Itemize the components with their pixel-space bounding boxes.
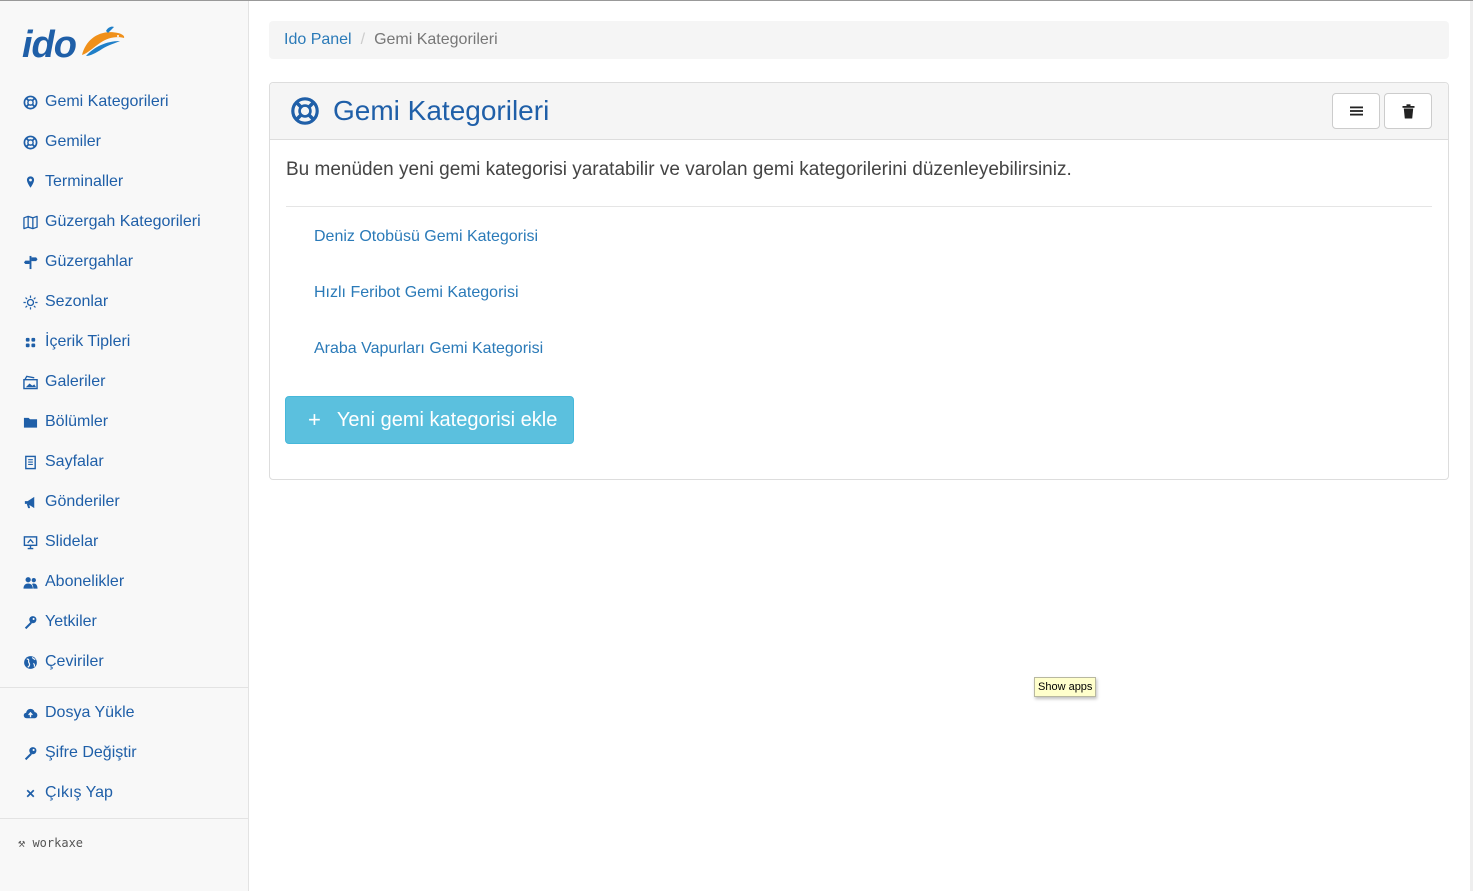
- category-link[interactable]: Araba Vapurları Gemi Kategorisi: [314, 330, 1432, 386]
- sidebar-nav: Gemi Kategorileri Gemiler Terminaller Gü…: [0, 82, 248, 682]
- sidebar-item-label: Çıkış Yap: [45, 784, 113, 801]
- add-category-button[interactable]: + Yeni gemi kategorisi ekle: [285, 396, 574, 444]
- sidebar-item-label: İçerik Tipleri: [45, 333, 131, 350]
- category-list: Deniz Otobüsü Gemi Kategorisi Hızlı Feri…: [286, 218, 1432, 386]
- presentation-icon: [22, 534, 38, 550]
- sidebar-item-guzergahlar[interactable]: Güzergahlar: [0, 242, 248, 282]
- map-pin-icon: [22, 174, 38, 190]
- panel-body: Bu menüden yeni gemi kategorisi yaratabi…: [270, 140, 1448, 386]
- sidebar-item-sayfalar[interactable]: Sayfalar: [0, 442, 248, 482]
- sidebar-item-gemi-kategorileri[interactable]: Gemi Kategorileri: [0, 82, 248, 122]
- trash-icon: [1402, 103, 1415, 119]
- sidebar-divider: [0, 818, 248, 819]
- sidebar-item-dosya-yukle[interactable]: Dosya Yükle: [0, 693, 248, 733]
- dolphin-logo-icon: [81, 26, 125, 56]
- lifebuoy-icon: [22, 134, 38, 150]
- sidebar-item-sifre-degistir[interactable]: Şifre Değiştir: [0, 733, 248, 773]
- tooltip: Show apps: [1034, 677, 1097, 697]
- sidebar-item-label: Gönderiler: [45, 493, 120, 510]
- sidebar-item-label: Dosya Yükle: [45, 704, 135, 721]
- megaphone-icon: [22, 494, 38, 510]
- breadcrumb-separator: /: [360, 31, 366, 48]
- sidebar-item-guzergah-kategorileri[interactable]: Güzergah Kategorileri: [0, 202, 248, 242]
- folder-icon: [22, 414, 38, 430]
- sidebar-item-label: Sayfalar: [45, 453, 104, 470]
- gallery-icon: [22, 374, 38, 390]
- add-category-label: Yeni gemi kategorisi ekle: [336, 408, 558, 431]
- sidebar-item-label: Yetkiler: [45, 613, 97, 630]
- users-icon: [22, 574, 38, 590]
- key-icon: [22, 745, 38, 761]
- sidebar-item-label: Abonelikler: [45, 573, 125, 590]
- sidebar-bottom-nav: Dosya Yükle Şifre Değiştir Çıkış Yap: [0, 693, 248, 813]
- sidebar-item-gemiler[interactable]: Gemiler: [0, 122, 248, 162]
- panel-heading: Gemi Kategorileri: [270, 83, 1448, 140]
- heading-actions: [1332, 93, 1432, 129]
- sidebar-item-cikis-yap[interactable]: Çıkış Yap: [0, 773, 248, 813]
- sidebar-item-galeriler[interactable]: Galeriler: [0, 362, 248, 402]
- sidebar-item-icerik-tipleri[interactable]: İçerik Tipleri: [0, 322, 248, 362]
- list-view-button[interactable]: [1332, 93, 1380, 129]
- footer-credit[interactable]: ⚒ workaxe: [18, 836, 83, 850]
- category-link[interactable]: Deniz Otobüsü Gemi Kategorisi: [314, 218, 1432, 274]
- delete-button[interactable]: [1384, 93, 1432, 129]
- list-icon: [1349, 105, 1363, 117]
- sidebar-item-slidelar[interactable]: Slidelar: [0, 522, 248, 562]
- sidebar: ido Gemi Kategorileri Gemiler Terminalle…: [0, 1, 249, 891]
- breadcrumb: Ido Panel / Gemi Kategorileri: [269, 21, 1449, 59]
- sidebar-item-yetkiler[interactable]: Yetkiler: [0, 602, 248, 642]
- sidebar-item-label: Gemiler: [45, 133, 102, 150]
- divider: [286, 206, 1432, 207]
- sidebar-item-ceviriler[interactable]: Çeviriler: [0, 642, 248, 682]
- close-icon: [22, 785, 38, 801]
- lifebuoy-icon: [290, 96, 320, 126]
- document-icon: [22, 454, 38, 470]
- sidebar-item-sezonlar[interactable]: Sezonlar: [0, 282, 248, 322]
- sidebar-item-label: Güzergah Kategorileri: [45, 213, 201, 230]
- page-title: Gemi Kategorileri: [333, 95, 550, 126]
- lifebuoy-icon: [22, 94, 38, 110]
- content-panel: Gemi Kategorileri Bu menüden yeni gemi k…: [269, 82, 1449, 480]
- key-icon: [22, 614, 38, 630]
- sidebar-item-gonderiler[interactable]: Gönderiler: [0, 482, 248, 522]
- category-link[interactable]: Hızlı Feribot Gemi Kategorisi: [314, 274, 1432, 330]
- logo-text: ido: [22, 24, 77, 66]
- plus-icon: +: [308, 407, 321, 432]
- globe-icon: [22, 654, 38, 670]
- sidebar-item-label: Galeriler: [45, 373, 106, 390]
- sidebar-item-label: Terminaller: [45, 173, 124, 190]
- grid-icon: [22, 334, 38, 350]
- sidebar-item-label: Güzergahlar: [45, 253, 134, 270]
- map-icon: [22, 214, 38, 230]
- cloud-upload-icon: [22, 705, 38, 721]
- sun-icon: [22, 294, 38, 310]
- sidebar-item-abonelikler[interactable]: Abonelikler: [0, 562, 248, 602]
- signpost-icon: [22, 254, 38, 270]
- sidebar-item-label: Slidelar: [45, 533, 99, 550]
- sidebar-item-terminaller[interactable]: Terminaller: [0, 162, 248, 202]
- breadcrumb-current: Gemi Kategorileri: [374, 31, 498, 48]
- sidebar-item-label: Gemi Kategorileri: [45, 93, 169, 110]
- sidebar-item-label: Şifre Değiştir: [45, 744, 137, 761]
- logo[interactable]: ido: [22, 23, 126, 67]
- sidebar-item-label: Sezonlar: [45, 293, 109, 310]
- sidebar-item-label: Bölümler: [45, 413, 109, 430]
- sidebar-item-label: Çeviriler: [45, 653, 104, 670]
- sidebar-item-bolumler[interactable]: Bölümler: [0, 402, 248, 442]
- sidebar-divider: [0, 687, 248, 688]
- panel-description: Bu menüden yeni gemi kategorisi yaratabi…: [286, 159, 1072, 180]
- breadcrumb-home-link[interactable]: Ido Panel: [284, 31, 352, 49]
